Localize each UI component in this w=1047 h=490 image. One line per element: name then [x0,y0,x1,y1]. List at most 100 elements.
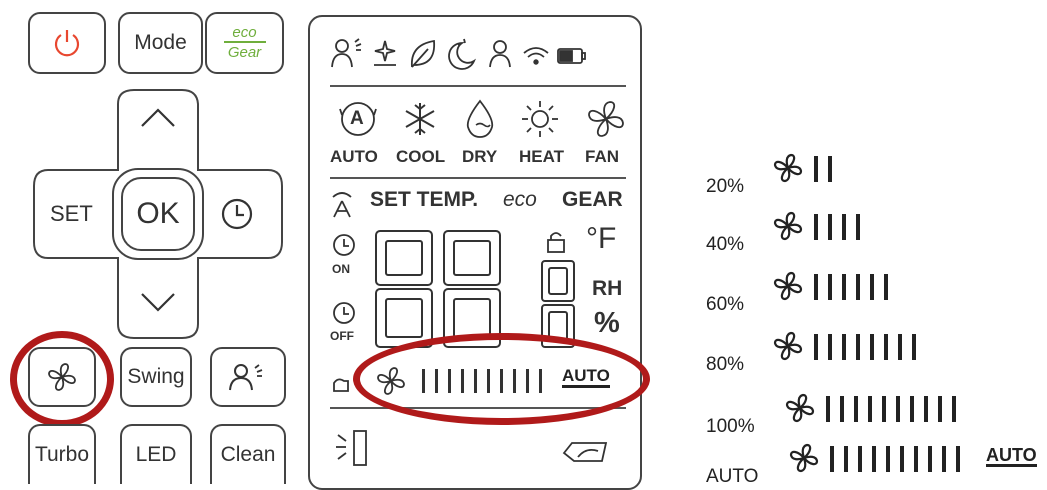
eco-gear-button[interactable]: eco Gear [205,12,284,74]
fan-level-bar [828,156,832,182]
eco-gear-label-top: eco [232,24,257,41]
mode-label-cool: COOL [396,147,446,166]
led-button-label: LED [135,443,177,466]
signal-antenna-icon [332,192,352,218]
clean-button[interactable]: Clean [210,424,286,484]
fan-level-bar [814,274,818,300]
heat-sun-icon [522,101,558,137]
fan-level-bar [924,396,928,422]
eco-indicator-label: eco [503,188,537,211]
ok-button[interactable]: OK [112,168,204,260]
fan-level-bar [938,396,942,422]
fan-level-bars [814,214,860,240]
sleep-moon-icon [448,38,476,70]
lcd-divider-2 [330,177,626,179]
fan-level-bar [814,334,818,360]
fan-level-icon [789,443,819,473]
cool-snowflake-icon [405,103,435,135]
digit-1 [375,230,433,348]
fan-level-bars [814,274,888,300]
lcd-hand-icon [333,378,349,392]
fan-level-bar [952,396,956,422]
timer-on-icon [333,234,355,256]
lcd-divider-1 [330,85,626,87]
eco-gear-label-bottom: Gear [227,44,262,61]
fan-level-icon [773,271,803,301]
person-icon [489,40,511,68]
eco-gear-divider [223,41,266,43]
mode-label-dry: DRY [462,147,498,166]
fan-level-bar [870,334,874,360]
led-button[interactable]: LED [120,424,192,484]
digit-2 [443,230,501,348]
fan-level-bar [840,396,844,422]
fan-level-bar [830,446,834,472]
fan-level-bar [910,396,914,422]
mode-button[interactable]: Mode [118,12,203,74]
fan-level-bar [842,274,846,300]
fan-level-bars [814,156,832,182]
swing-button-label: Swing [127,365,185,388]
ok-button-label: OK [121,177,195,251]
gear-indicator-label: GEAR [562,188,623,211]
fan-level-label: 20% [706,176,745,197]
clean-button-label: Clean [220,443,276,466]
follow-me-icon [331,38,362,68]
fan-level-bar [900,446,904,472]
dry-droplet-icon [466,99,494,138]
fan-level-bar [884,334,888,360]
fan-level-bar [856,214,860,240]
swing-button[interactable]: Swing [120,347,192,407]
turbo-button-label: Turbo [34,443,90,466]
fan-level-bar [914,446,918,472]
fan-level-icon [773,331,803,361]
power-button[interactable] [28,12,106,74]
unit-fahrenheit: °F [586,222,617,255]
fan-level-bar [856,274,860,300]
direction-pad: SET OK [32,88,284,340]
up-arrow-button[interactable] [140,108,176,128]
unit-percent: % [594,307,620,339]
fan-level-bar [828,334,832,360]
mode-label-fan: FAN [585,147,619,166]
fan-level-bar [842,214,846,240]
fan-level-icon [773,211,803,241]
fan-level-bar [872,446,876,472]
fan-level-bar [858,446,862,472]
follow-me-button[interactable] [210,347,286,407]
fan-level-bars [826,396,956,422]
mode-label-heat: HEAT [519,147,565,166]
fan-level-bar [898,334,902,360]
timer-clock-icon[interactable] [220,197,254,231]
fan-level-bar [882,396,886,422]
set-button[interactable]: SET [50,201,93,227]
lcd-fan-speed-highlight-ring [353,333,650,425]
fan-button-highlight-ring [10,331,114,427]
fan-level-label: 80% [706,354,745,375]
fan-level-icon [785,393,815,423]
fan-level-bar [828,214,832,240]
mode-label-auto: AUTO [330,147,378,166]
unit-rh: RH [592,277,623,300]
fan-level-bar [868,396,872,422]
fan-level-bar [884,274,888,300]
fan-level-bar [826,396,830,422]
fan-level-bar [942,446,946,472]
fan-level-icon [773,153,803,183]
leaf-eco-icon [411,39,436,68]
wifi-icon [523,47,549,65]
turbo-button[interactable]: Turbo [28,424,96,484]
fan-level-bar [842,334,846,360]
fan-level-bar [814,214,818,240]
down-arrow-button[interactable] [140,292,176,312]
sparkle-clean-icon [374,40,396,66]
fan-level-label: 100% [706,416,755,437]
status-icon-row [331,38,586,70]
fan-level-bar [956,446,960,472]
fan-level-bars [814,334,916,360]
battery-icon [557,48,586,64]
fan-level-bar [854,396,858,422]
fan-level-bar [896,396,900,422]
fan-level-label: 60% [706,294,745,315]
child-lock-icon [547,232,565,253]
